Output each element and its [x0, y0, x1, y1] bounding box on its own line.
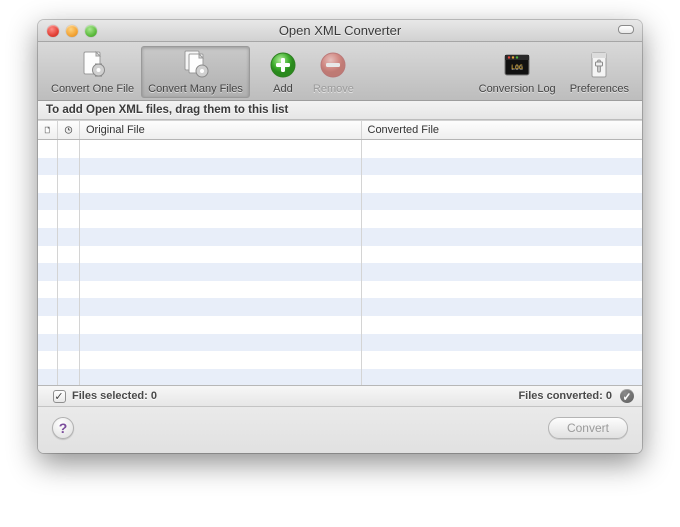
preferences-button[interactable]: Preferences	[563, 46, 636, 98]
column-status-icon[interactable]	[58, 121, 80, 139]
conversion-log-label: Conversion Log	[479, 83, 556, 95]
hint-text: To add Open XML files, drag them to this…	[38, 101, 642, 120]
window-controls	[38, 25, 97, 37]
files-selected-label: Files selected: 0	[72, 390, 157, 402]
clock-header-icon	[64, 125, 73, 135]
app-window: Open XML Converter Convert One File	[38, 20, 642, 453]
document-header-icon	[44, 125, 51, 135]
toolbar-toggle-button[interactable]	[618, 25, 634, 34]
remove-icon	[317, 49, 349, 81]
convert-many-files-button[interactable]: Convert Many Files	[141, 46, 250, 98]
add-icon	[267, 49, 299, 81]
remove-label: Remove	[313, 83, 354, 95]
convert-button[interactable]: Convert	[548, 417, 628, 439]
document-single-icon	[77, 49, 109, 81]
column-doc-icon[interactable]	[38, 121, 58, 139]
column-converted-label: Converted File	[368, 124, 440, 136]
file-list: Original File Converted File	[38, 120, 642, 386]
list-header: Original File Converted File	[38, 121, 642, 140]
column-original-file[interactable]: Original File	[80, 121, 362, 139]
titlebar: Open XML Converter	[38, 20, 642, 42]
zoom-window-button[interactable]	[85, 25, 97, 37]
footer: ? Convert	[38, 407, 642, 453]
convert-many-files-label: Convert Many Files	[148, 83, 243, 95]
column-converted-file[interactable]: Converted File	[362, 121, 643, 139]
minimize-window-button[interactable]	[66, 25, 78, 37]
preferences-label: Preferences	[570, 83, 629, 95]
column-original-label: Original File	[86, 124, 145, 136]
log-window-icon: LOG	[501, 49, 533, 81]
add-button[interactable]: Add	[260, 46, 306, 98]
window-title: Open XML Converter	[38, 23, 642, 38]
help-button[interactable]: ?	[52, 417, 74, 439]
help-icon: ?	[59, 420, 68, 436]
status-indicator-icon: ✓	[620, 389, 634, 403]
svg-text:LOG: LOG	[511, 63, 523, 71]
add-label: Add	[273, 83, 293, 95]
conversion-log-button[interactable]: LOG Conversion Log	[472, 46, 563, 98]
convert-one-file-label: Convert One File	[51, 83, 134, 95]
close-window-button[interactable]	[47, 25, 59, 37]
convert-one-file-button[interactable]: Convert One File	[44, 46, 141, 98]
status-bar: ✓ Files selected: 0 Files converted: 0 ✓	[38, 386, 642, 407]
preferences-icon	[583, 49, 615, 81]
convert-button-label: Convert	[567, 421, 609, 435]
toolbar: Convert One File Convert Many Files	[38, 42, 642, 101]
list-body[interactable]	[38, 140, 642, 386]
files-converted-label: Files converted: 0	[518, 390, 612, 402]
checkmark-icon: ✓	[54, 390, 63, 403]
document-stack-icon	[180, 49, 212, 81]
remove-button[interactable]: Remove	[306, 46, 361, 98]
select-all-checkbox[interactable]: ✓	[53, 390, 66, 403]
